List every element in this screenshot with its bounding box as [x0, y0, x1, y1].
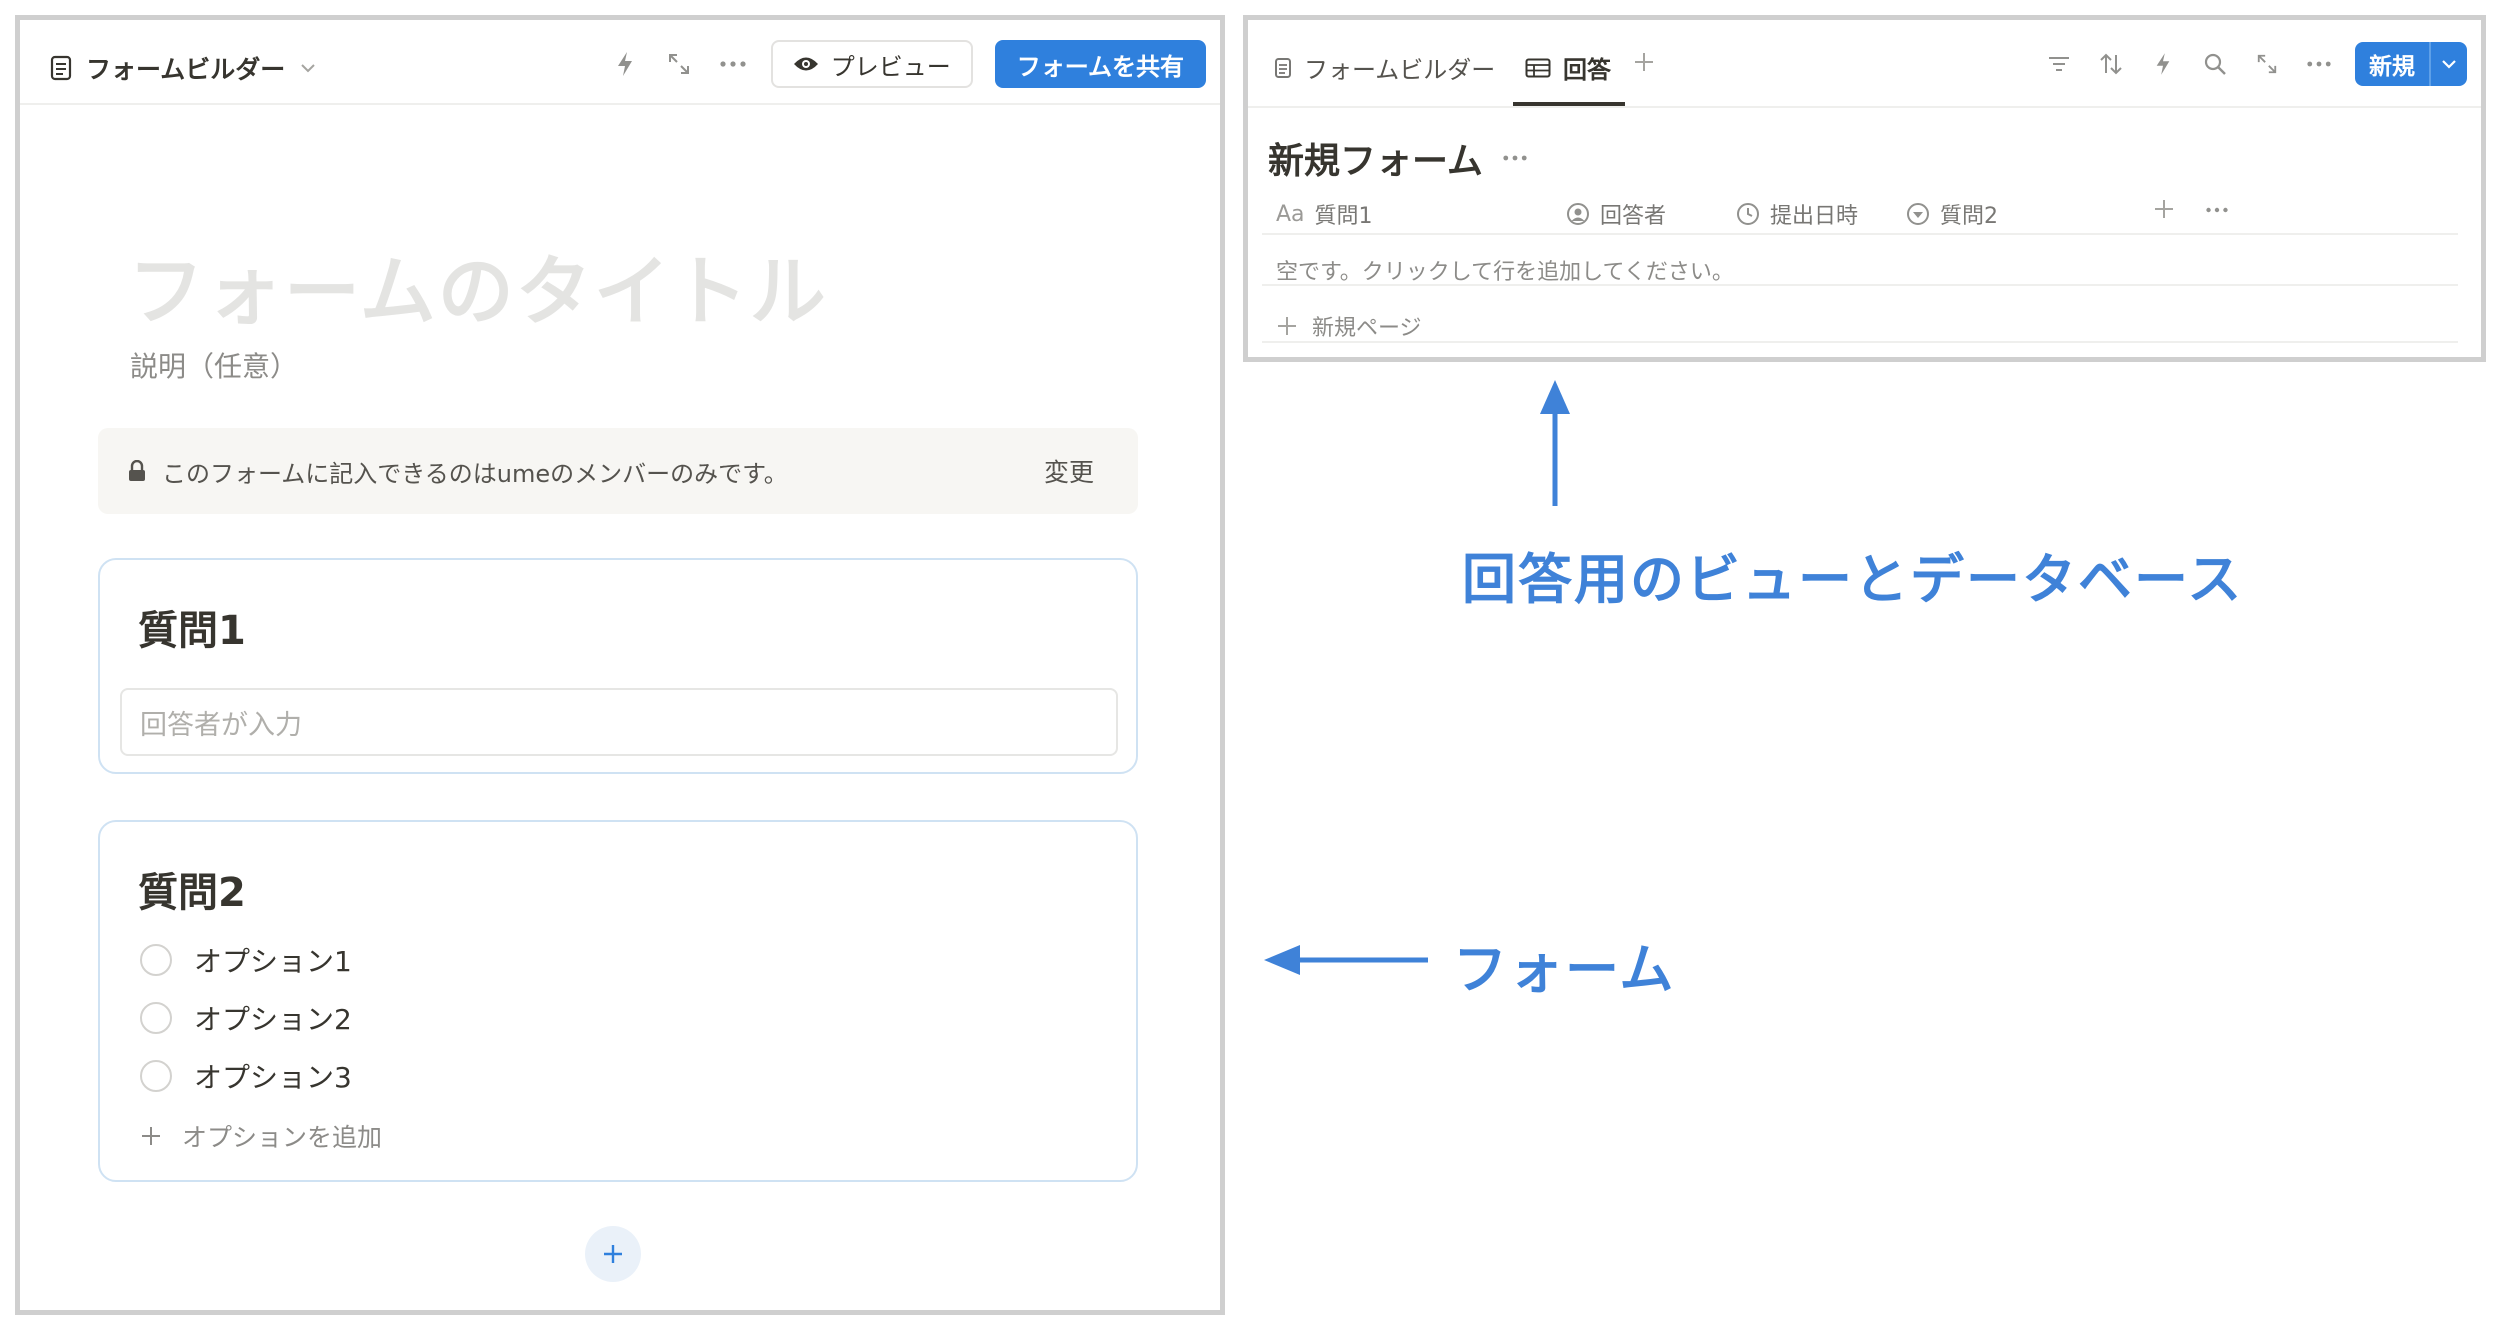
add-property-button[interactable] — [2153, 198, 2175, 220]
bolt-icon — [2154, 52, 2172, 76]
plus-icon — [1276, 315, 1298, 337]
new-page-button[interactable]: 新規ページ — [1276, 310, 1422, 342]
option-item-3[interactable]: オプション3 — [140, 1056, 352, 1096]
bolt-icon — [615, 51, 635, 77]
tab-label: 回答 — [1563, 56, 1611, 84]
search-icon — [2203, 52, 2227, 76]
option-label: オプション1 — [194, 945, 352, 978]
annotation-db-label: 回答用のビューとデータベース — [1462, 548, 2244, 611]
respondent-input-field[interactable]: 回答者が入力 — [120, 688, 1118, 756]
option-label: オプション2 — [194, 1003, 352, 1036]
more-dots-icon — [720, 60, 746, 68]
text-property-icon: Aa — [1276, 201, 1305, 227]
active-tab-indicator — [1513, 102, 1625, 106]
column-header-submitted-at[interactable]: 提出日時 — [1736, 198, 1858, 230]
row-divider — [1262, 341, 2458, 343]
new-page-label: 新規ページ — [1312, 316, 1422, 341]
column-label: 提出日時 — [1770, 204, 1859, 229]
database-title-text: 新規フォーム — [1268, 141, 1483, 182]
responses-database-panel: フォームビルダー 回答 新規 新規フォーム Aa 質問1 回答者 提出日時 質問… — [1243, 15, 2486, 362]
sort-button[interactable] — [2095, 48, 2127, 80]
table-icon — [1525, 58, 1551, 78]
clock-icon — [1736, 202, 1760, 226]
person-circle-icon — [1566, 202, 1590, 226]
question-title[interactable]: 質問1 — [138, 598, 246, 656]
database-title[interactable]: 新規フォーム — [1268, 132, 1527, 184]
column-header-respondent[interactable]: 回答者 — [1566, 198, 1666, 230]
filter-button[interactable] — [2043, 48, 2075, 80]
option-label: オプション3 — [194, 1061, 352, 1094]
column-header-question2[interactable]: 質問2 — [1906, 198, 1998, 230]
form-title-input[interactable]: フォームのタイトル — [128, 230, 828, 340]
column-header-question1[interactable]: Aa 質問1 — [1276, 198, 1373, 230]
left-arrow-annotation — [1264, 945, 1428, 975]
add-question-button[interactable] — [585, 1226, 641, 1282]
question-card-1[interactable]: 質問1 回答者が入力 — [98, 558, 1138, 774]
search-button[interactable] — [2199, 48, 2231, 80]
automation-bolt-button[interactable] — [609, 48, 641, 80]
more-options-button[interactable] — [2303, 48, 2335, 80]
question-card-2[interactable]: 質問2 オプション1 オプション2 オプション3 オプションを追加 — [98, 820, 1138, 1182]
expand-arrows-icon — [2256, 53, 2278, 75]
plus-icon — [1632, 50, 1656, 74]
page-icon — [1274, 57, 1292, 79]
access-notice-text: このフォームに記入できるのはumeのメンバーのみです。 — [162, 459, 788, 488]
lock-icon — [128, 460, 146, 482]
annotation-form-label: フォーム — [1453, 938, 1676, 1001]
sort-arrows-icon — [2098, 52, 2124, 76]
preview-label: プレビュー — [830, 52, 951, 81]
plus-icon — [140, 1125, 162, 1147]
radio-circle-icon[interactable] — [140, 1060, 172, 1092]
chevron-down-icon — [299, 62, 317, 74]
option-item-2[interactable]: オプション2 — [140, 998, 352, 1038]
question-title[interactable]: 質問2 — [138, 860, 246, 918]
row-divider — [1262, 233, 2458, 235]
expand-button[interactable] — [663, 48, 695, 80]
column-label: 質問2 — [1940, 204, 1998, 229]
column-more-options-button[interactable] — [2206, 206, 2228, 214]
radio-circle-icon[interactable] — [140, 944, 172, 976]
new-entry-label[interactable]: 新規 — [2355, 42, 2431, 86]
preview-button[interactable]: プレビュー — [770, 40, 973, 88]
tab-label: フォームビルダー — [1304, 56, 1496, 84]
plus-icon — [601, 1242, 625, 1266]
automation-bolt-button[interactable] — [2147, 48, 2179, 80]
form-builder-title: フォームビルダー — [86, 55, 286, 84]
up-arrow-annotation — [1540, 380, 1570, 506]
form-builder-actions: プレビュー フォームを共有 — [609, 40, 1206, 88]
chevron-down-icon[interactable] — [2431, 59, 2467, 69]
add-option-label: オプションを追加 — [182, 1123, 383, 1152]
new-entry-button[interactable]: 新規 — [2355, 42, 2467, 86]
select-property-icon — [1906, 202, 1930, 226]
add-option-button[interactable]: オプションを追加 — [140, 1118, 382, 1154]
empty-table-message[interactable]: 空です。クリックして行を追加してください。 — [1276, 254, 1734, 286]
tab-answers[interactable]: 回答 — [1525, 50, 1611, 85]
more-dots-icon — [2206, 206, 2228, 214]
view-tabs: フォームビルダー 回答 新規 — [1248, 20, 2481, 108]
more-dots-icon — [2307, 60, 2331, 68]
page-icon — [50, 55, 72, 81]
expand-button[interactable] — [2251, 48, 2283, 80]
expand-arrows-icon — [667, 52, 691, 76]
eye-icon — [793, 55, 819, 73]
filter-lines-icon — [2047, 54, 2071, 74]
form-builder-panel: フォームビルダー プレビュー フォームを共有 フォームのタイトル 説明（任意） … — [15, 15, 1225, 1315]
tab-form-builder[interactable]: フォームビルダー — [1274, 50, 1495, 85]
radio-circle-icon[interactable] — [140, 1002, 172, 1034]
column-label: 回答者 — [1600, 204, 1667, 229]
share-form-button[interactable]: フォームを共有 — [994, 40, 1206, 88]
row-divider — [1262, 284, 2458, 286]
more-options-button[interactable] — [717, 48, 749, 80]
option-item-1[interactable]: オプション1 — [140, 940, 352, 980]
column-label: 質問1 — [1314, 204, 1373, 229]
plus-icon — [2153, 198, 2175, 220]
form-builder-title-button[interactable]: フォームビルダー — [50, 50, 317, 86]
database-actions: 新規 — [2043, 42, 2467, 86]
form-description-input[interactable]: 説明（任意） — [130, 345, 298, 385]
more-dots-icon[interactable] — [1503, 154, 1527, 162]
access-notice: このフォームに記入できるのはumeのメンバーのみです。 変更 — [98, 428, 1138, 514]
add-view-button[interactable] — [1632, 50, 1656, 78]
form-builder-header: フォームビルダー プレビュー フォームを共有 — [20, 20, 1220, 105]
change-access-button[interactable]: 変更 — [1044, 453, 1094, 489]
